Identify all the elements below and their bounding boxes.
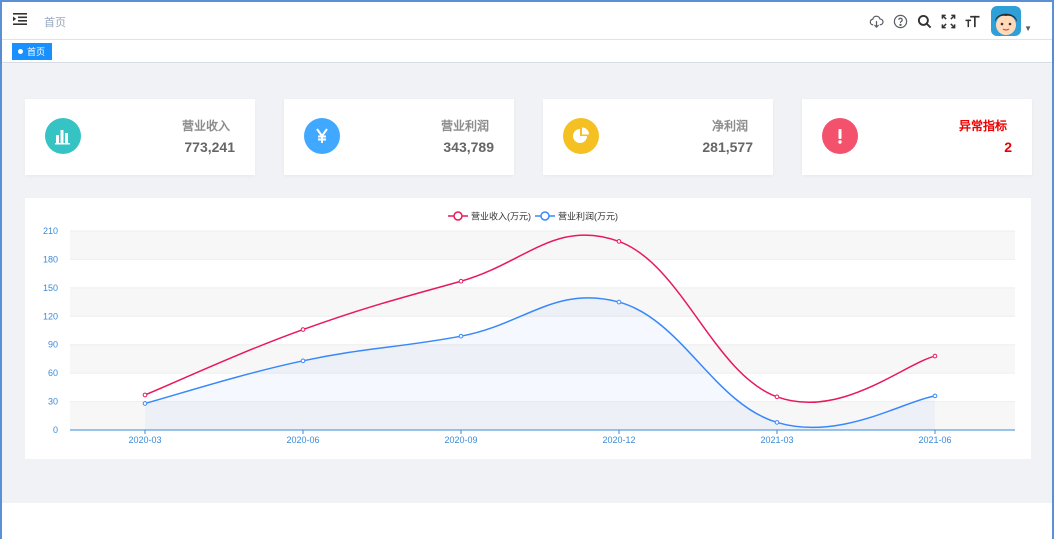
legend-label: 营业利润(万元) (558, 211, 618, 222)
dashboard-main: 营业收入 773,241 营业利润 343,789 净利润 281,577 异常… (2, 64, 1052, 503)
card-icon-circle (304, 118, 340, 154)
search-icon[interactable] (917, 14, 932, 29)
card-operating-profit[interactable]: 营业利润 343,789 (284, 99, 514, 175)
navbar-right-menu: ▼ (869, 6, 1032, 36)
footer-strip (2, 503, 1052, 539)
fullscreen-icon[interactable] (941, 14, 956, 29)
avatar[interactable] (991, 6, 1022, 36)
card-value: 343,789 (443, 139, 494, 155)
card-icon-circle (822, 118, 858, 154)
card-title: 异常指标 (958, 119, 1007, 133)
data-point (774, 420, 780, 425)
y-tick-label: 30 (48, 397, 58, 407)
card-title: 营业利润 (440, 119, 489, 133)
x-tick-label: 2020-06 (286, 435, 319, 445)
chevron-down-icon[interactable]: ▼ (1024, 24, 1032, 33)
data-point (616, 299, 622, 305)
y-tick-label: 180 (43, 254, 58, 264)
data-point (300, 358, 306, 364)
card-abnormal-indicators[interactable]: 异常指标 2 (802, 99, 1032, 175)
breadcrumb[interactable]: 首页 (44, 14, 66, 30)
font-size-icon[interactable] (965, 14, 980, 29)
active-dot-icon (18, 49, 23, 54)
data-point (458, 333, 464, 339)
data-point (616, 239, 622, 244)
x-tick-label: 2020-03 (128, 435, 161, 445)
y-tick-label: 210 (43, 226, 58, 236)
tag-home[interactable]: 首页 (12, 43, 53, 60)
card-title: 营业收入 (181, 119, 230, 133)
data-point (932, 353, 938, 359)
pie-chart-icon (573, 127, 589, 143)
data-point (142, 392, 148, 398)
menu-fold-icon[interactable] (13, 13, 27, 25)
card-net-profit[interactable]: 净利润 281,577 (543, 99, 773, 175)
tag-label: 首页 (27, 47, 46, 57)
y-tick-label: 60 (48, 368, 58, 378)
data-point (774, 394, 780, 400)
question-icon[interactable] (893, 14, 908, 29)
navbar: 首页 ▼ (2, 2, 1052, 40)
card-icon-circle (563, 118, 599, 154)
card-value: 773,241 (184, 139, 235, 155)
data-point (142, 401, 148, 406)
x-tick-label: 2021-06 (918, 435, 951, 445)
y-tick-label: 120 (43, 311, 58, 321)
card-value: 281,577 (702, 139, 753, 155)
data-point (932, 393, 938, 399)
card-icon-circle (45, 118, 81, 154)
x-tick-label: 2021-03 (760, 435, 793, 445)
y-tick-label: 150 (43, 283, 58, 293)
card-value: 2 (1004, 139, 1012, 155)
exclamation-icon (838, 129, 842, 144)
card-title: 净利润 (711, 119, 748, 133)
legend-marker (453, 211, 463, 221)
bar-chart-icon (55, 130, 70, 145)
line-chart-panel: 0 30 60 90 120 150 180 210 2020-03 2020-06 2020-09… (25, 198, 1031, 459)
y-tick-label: 90 (48, 340, 58, 350)
x-tick-label: 2020-12 (602, 435, 635, 445)
card-revenue[interactable]: 营业收入 773,241 (25, 99, 255, 175)
legend-marker (540, 211, 550, 221)
data-point (458, 278, 464, 284)
legend-label: 营业收入(万元) (471, 211, 531, 222)
line-chart: 0 30 60 90 120 150 180 210 2020-03 2020-06 2020-09… (43, 211, 1015, 445)
tags-view: 首页 (2, 40, 1052, 63)
cloud-download-icon[interactable] (869, 14, 884, 29)
data-point (300, 327, 306, 332)
y-tick-label: 0 (53, 425, 58, 435)
yen-icon (316, 128, 328, 143)
x-tick-label: 2020-09 (444, 435, 477, 445)
